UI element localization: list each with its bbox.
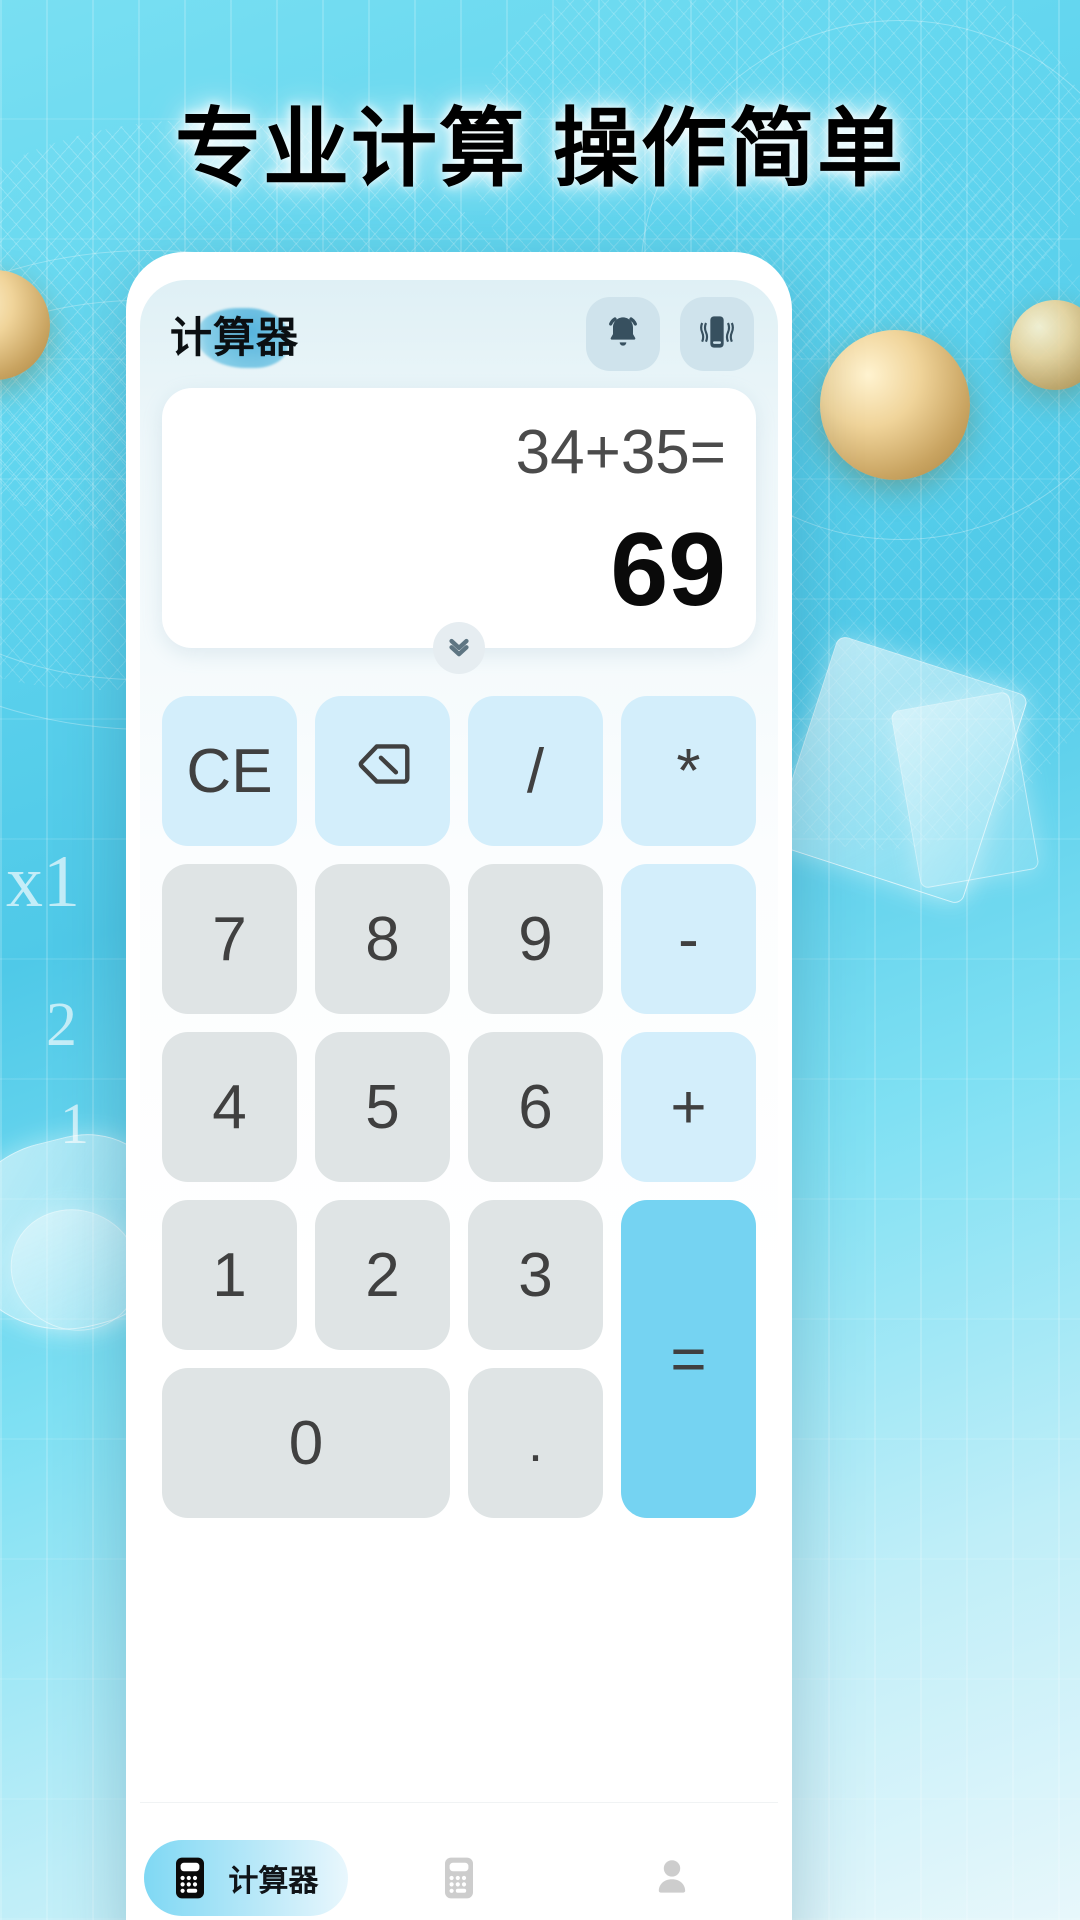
decimal-key[interactable]: . xyxy=(468,1368,603,1518)
key-label: * xyxy=(676,736,701,806)
nav-profile[interactable] xyxy=(565,1803,778,1920)
background-digit-0: x1 xyxy=(6,841,80,923)
chevron-double-down-icon xyxy=(444,631,474,666)
key-label: 4 xyxy=(212,1072,247,1142)
minus-key[interactable]: - xyxy=(621,864,756,1014)
app-header: 计算器 xyxy=(140,280,778,388)
key-7[interactable]: 7 xyxy=(162,864,297,1014)
key-label: + xyxy=(670,1072,707,1142)
bottom-navigation: 计算器 xyxy=(140,1802,778,1920)
multiply-key[interactable]: * xyxy=(621,696,756,846)
result-text: 69 xyxy=(610,512,726,628)
key-8[interactable]: 8 xyxy=(315,864,450,1014)
nav-active-pill: 计算器 xyxy=(144,1839,349,1916)
history-expand-button[interactable] xyxy=(433,622,485,674)
divide-key[interactable]: / xyxy=(468,696,603,846)
calculator-display[interactable]: 34+35= 69 xyxy=(162,388,756,648)
display-area: 34+35= 69 xyxy=(140,388,778,674)
key-3[interactable]: 3 xyxy=(468,1200,603,1350)
background-gold-sphere-right xyxy=(820,330,970,480)
key-label: = xyxy=(670,1324,707,1394)
page-title: 计算器 xyxy=(170,313,300,361)
key-label: 2 xyxy=(365,1240,400,1310)
nav-converter[interactable] xyxy=(353,1803,566,1920)
calculator-icon xyxy=(166,1854,214,1902)
key-6[interactable]: 6 xyxy=(468,1032,603,1182)
key-label: 3 xyxy=(518,1240,553,1310)
promo-screenshot: x1 2 1 专业计算 操作简单 计算器 34+35= 69 CE / * 7 … xyxy=(0,0,1080,1920)
key-2[interactable]: 2 xyxy=(315,1200,450,1350)
key-label: 9 xyxy=(518,904,553,974)
vibrate-toggle[interactable] xyxy=(680,297,754,371)
backspace-key[interactable] xyxy=(315,696,450,846)
bell-mute-icon xyxy=(603,312,643,357)
expression-text: 34+35= xyxy=(515,418,726,487)
key-4[interactable]: 4 xyxy=(162,1032,297,1182)
nav-label: 计算器 xyxy=(228,1864,319,1898)
key-5[interactable]: 5 xyxy=(315,1032,450,1182)
key-0[interactable]: 0 xyxy=(162,1368,450,1518)
phone-vibrate-icon xyxy=(697,312,737,357)
person-icon xyxy=(648,1854,696,1902)
key-label: 8 xyxy=(365,904,400,974)
key-label: / xyxy=(526,736,545,806)
key-label: 1 xyxy=(212,1240,247,1310)
key-label: CE xyxy=(186,736,273,806)
phone-screen: 计算器 34+35= 69 CE / * 7 8 9 - 4 5 6 + 1 2… xyxy=(140,280,778,1920)
key-9[interactable]: 9 xyxy=(468,864,603,1014)
backspace-icon xyxy=(352,733,414,810)
key-label: 7 xyxy=(212,904,247,974)
key-label: . xyxy=(527,1413,543,1473)
background-digit-2: 1 xyxy=(60,1091,89,1156)
key-label: 0 xyxy=(288,1408,324,1478)
background-digit-1: 2 xyxy=(46,991,77,1059)
keypad: CE / * 7 8 9 - 4 5 6 + 1 2 3 = 0 . xyxy=(140,696,778,1518)
key-label: - xyxy=(678,904,699,974)
nav-calculator[interactable]: 计算器 xyxy=(140,1803,353,1920)
plus-key[interactable]: + xyxy=(621,1032,756,1182)
promo-headline: 专业计算 操作简单 xyxy=(175,101,905,197)
key-1[interactable]: 1 xyxy=(162,1200,297,1350)
sound-toggle[interactable] xyxy=(586,297,660,371)
phone-mockup: 计算器 34+35= 69 CE / * 7 8 9 - 4 5 6 + 1 2… xyxy=(126,252,792,1920)
equals-key[interactable]: = xyxy=(621,1200,756,1518)
key-label: 6 xyxy=(518,1072,553,1142)
calculator-icon xyxy=(435,1854,483,1902)
header-actions xyxy=(586,297,754,371)
clear-entry-key[interactable]: CE xyxy=(162,696,297,846)
key-label: 5 xyxy=(365,1072,400,1142)
